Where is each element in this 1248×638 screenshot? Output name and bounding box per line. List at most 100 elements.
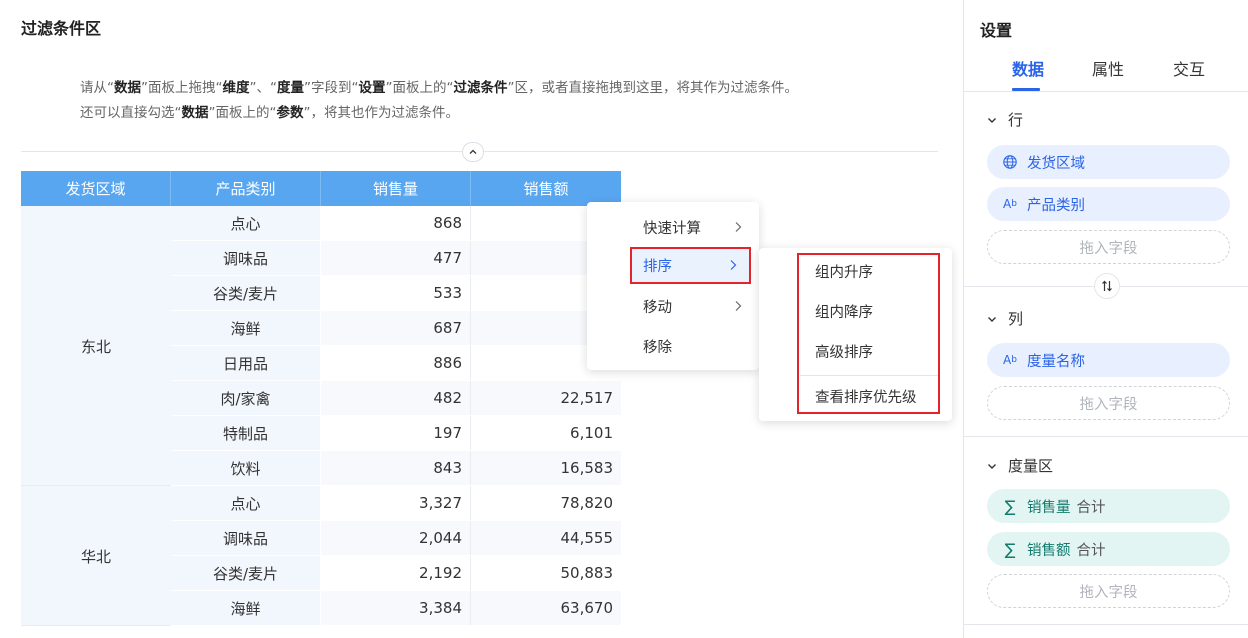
field-name: 产品类别 (1027, 197, 1085, 214)
amount-cell: 78,820 (471, 486, 621, 520)
table-row: 点心86818, (171, 206, 621, 241)
menu-item-label: 快速计算 (643, 220, 701, 237)
category-cell: 饮料 (171, 451, 321, 485)
qty-cell: 3,384 (321, 591, 471, 625)
region-cell: 华北 (21, 486, 171, 626)
column-header-category[interactable]: 产品类别 (171, 171, 321, 206)
menu-item-label: 排序 (643, 259, 672, 275)
table-row: 特制品 197 6,101 (171, 416, 621, 451)
table-row: 海鲜 3,384 63,670 (171, 591, 621, 626)
field-pill-region[interactable]: 发货区域 (987, 145, 1230, 179)
collapse-filter-button[interactable] (462, 142, 484, 162)
submenu-divider (800, 375, 938, 376)
measures-drop-zone[interactable]: 拖入字段 (987, 574, 1230, 608)
tab-interaction[interactable]: 交互 (1173, 56, 1205, 80)
amount-cell: 22,517 (471, 381, 621, 415)
section-header-rows[interactable]: 行 (986, 109, 1023, 130)
qty-cell: 2,044 (321, 521, 471, 555)
table-row: 调味品47710, (171, 241, 621, 276)
category-cell: 谷类/麦片 (171, 556, 321, 590)
text-field-icon: Ab (1003, 197, 1017, 211)
field-name: 销售额 (1027, 542, 1071, 559)
qty-cell: 886 (321, 346, 471, 380)
table-row: 调味品 2,044 44,555 (171, 521, 621, 556)
table-row: 谷类/麦片53310, (171, 276, 621, 311)
field-pill-sales-amount[interactable]: ∑ 销售额 合计 (987, 532, 1230, 566)
column-header-qty[interactable]: 销售量 (321, 171, 471, 206)
menu-item-move[interactable]: 移动 (629, 290, 759, 322)
qty-cell: 482 (321, 381, 471, 415)
cols-drop-zone[interactable]: 拖入字段 (987, 386, 1230, 420)
submenu-item-sort-priority[interactable]: 查看排序优先级 (815, 386, 917, 407)
section-label: 列 (1008, 310, 1024, 328)
qty-cell: 2,192 (321, 556, 471, 590)
filter-hint-line2: 还可以直接勾选“数据”面板上的“参数”，将其也作为过滤条件。 (80, 105, 459, 121)
chevron-right-icon (735, 301, 742, 311)
table-row: 点心 3,327 78,820 (171, 486, 621, 521)
panel-title: 设置 (980, 21, 1013, 40)
category-cell: 海鲜 (171, 591, 321, 625)
region-label: 华北 (80, 548, 111, 566)
submenu-item-advanced-sort[interactable]: 高级排序 (815, 341, 873, 362)
table-row: 日用品88625, (171, 346, 621, 381)
menu-item-label: 移除 (643, 339, 672, 356)
column-header-amount[interactable]: 销售额 (471, 171, 621, 206)
submenu-item-asc[interactable]: 组内升序 (815, 261, 873, 282)
tab-divider (964, 91, 1248, 92)
submenu-item-desc[interactable]: 组内降序 (815, 301, 873, 322)
field-name: 度量名称 (1027, 353, 1085, 370)
chevron-right-icon (730, 260, 737, 270)
field-pill-measure-names[interactable]: Ab 度量名称 (987, 343, 1230, 377)
table-row: 肉/家禽 482 22,517 (171, 381, 621, 416)
column-header-region[interactable]: 发货区域 (21, 171, 171, 206)
filter-area-title: 过滤条件区 (21, 19, 102, 38)
chevron-down-icon (988, 463, 996, 469)
swap-icon (1102, 280, 1112, 292)
amount-cell: 16,583 (471, 451, 621, 485)
context-menu: 快速计算 移动 移除 (587, 202, 759, 370)
amount-cell: 6,101 (471, 416, 621, 450)
text-field-icon: Ab (1003, 353, 1017, 367)
table-row: 海鲜68710, (171, 311, 621, 346)
section-header-columns[interactable]: 列 (986, 308, 1023, 329)
tab-data[interactable]: 数据 (1012, 56, 1044, 80)
field-name: 发货区域 (1027, 155, 1085, 172)
qty-cell: 687 (321, 311, 471, 345)
field-pill-sales-qty[interactable]: ∑ 销售量 合计 (987, 489, 1230, 523)
qty-cell: 477 (321, 241, 471, 275)
tab-properties[interactable]: 属性 (1092, 56, 1124, 80)
menu-item-quick-calc[interactable]: 快速计算 (629, 211, 759, 243)
qty-cell: 197 (321, 416, 471, 450)
section-divider (964, 624, 1248, 625)
chevron-up-icon (469, 149, 477, 154)
category-cell: 谷类/麦片 (171, 276, 321, 310)
amount-cell: 50,883 (471, 556, 621, 590)
menu-item-label: 移动 (643, 299, 672, 316)
category-cell: 点心 (171, 206, 321, 240)
region-cell: 东北 (21, 206, 171, 486)
chevron-down-icon (988, 117, 996, 123)
section-header-measures[interactable]: 度量区 (986, 455, 1053, 476)
table-header: 发货区域 产品类别 销售量 销售额 (21, 171, 621, 206)
swap-rows-cols-button[interactable] (1094, 273, 1120, 299)
filter-hint-line1: 请从“数据”面板上拖拽“维度”、“度量”字段到“设置”面板上的“过滤条件”区，或… (80, 80, 798, 96)
qty-cell: 3,327 (321, 486, 471, 520)
section-divider (964, 436, 1248, 437)
section-label: 行 (1008, 111, 1024, 129)
menu-item-sort[interactable]: 排序 (630, 247, 751, 284)
menu-item-remove[interactable]: 移除 (629, 330, 759, 362)
section-label: 度量区 (1008, 457, 1054, 475)
aggregation-label: 合计 (1076, 499, 1106, 516)
aggregation-label: 合计 (1076, 542, 1106, 559)
qty-cell: 533 (321, 276, 471, 310)
category-cell: 调味品 (171, 241, 321, 275)
table-row: 饮料 843 16,583 (171, 451, 621, 486)
field-pill-category[interactable]: Ab 产品类别 (987, 187, 1230, 221)
amount-cell: 63,670 (471, 591, 621, 625)
chevron-down-icon (988, 316, 996, 322)
qty-cell: 868 (321, 206, 471, 240)
rows-drop-zone[interactable]: 拖入字段 (987, 230, 1230, 264)
category-cell: 肉/家禽 (171, 381, 321, 415)
globe-icon (1001, 153, 1019, 171)
table-row: 谷类/麦片 2,192 50,883 (171, 556, 621, 591)
